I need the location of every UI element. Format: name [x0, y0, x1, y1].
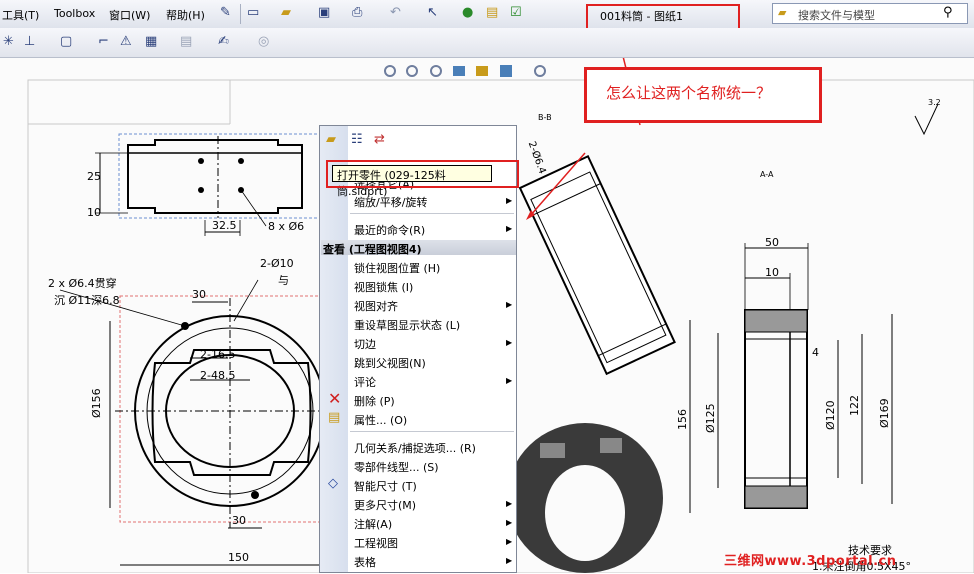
dim-122: 122 [848, 395, 861, 416]
menu-tangent-edge[interactable]: 切边 [354, 336, 376, 352]
save-icon[interactable]: ▣ [318, 5, 330, 21]
open-part-icon[interactable]: ▰ [326, 132, 336, 148]
search-icon[interactable]: ⚲ [943, 5, 953, 20]
dim-150: 150 [228, 551, 249, 564]
submenu-arrow-icon: ▶ [506, 338, 513, 347]
warning-icon[interactable]: ⚠ [120, 34, 132, 50]
dim-2-48-5: 2-48.5 [200, 369, 236, 382]
menu-delete[interactable]: 删除 (P) [354, 393, 395, 409]
dim-d125: Ø125 [704, 403, 717, 433]
delete-x-icon: ✕ [328, 389, 342, 408]
submenu-arrow-icon: ▶ [506, 376, 513, 385]
section-bb-view [518, 154, 676, 376]
menu-tables[interactable]: 表格 [354, 554, 376, 570]
dim-d156: Ø156 [90, 388, 103, 418]
print-icon[interactable]: ⎙ [352, 5, 362, 21]
menu-drawing-views[interactable]: 工程视图 [354, 535, 398, 551]
dim-30-bottom: 30 [232, 514, 246, 527]
submenu-arrow-icon: ▶ [506, 196, 513, 205]
menu-recent-commands[interactable]: 最近的命令(R) [354, 222, 425, 238]
menu-tools[interactable]: 工具(T) [2, 7, 39, 23]
menu-view-align[interactable]: 视图对齐 [354, 298, 398, 314]
submenu-arrow-icon: ▶ [506, 224, 513, 233]
menu-reset-sketch-display[interactable]: 重设草图显示状态 (L) [354, 317, 460, 333]
menu-toolbox[interactable]: Toolbox [54, 7, 95, 20]
search-placeholder: 搜索文件与模型 [798, 9, 875, 22]
toolbar-separator [240, 4, 241, 24]
menu-comment[interactable]: 评论 [354, 374, 376, 390]
isometric-3d-view [507, 423, 663, 573]
submenu-arrow-icon: ▶ [506, 300, 513, 309]
submenu-arrow-icon: ▶ [506, 499, 513, 508]
drawing-toolbar: ✳ ⊥ ▢ ⌐ ⚠ ▦ ▤ ✍ ◎ [0, 28, 974, 58]
section-aa-label: A-A [760, 170, 774, 179]
pin-icon[interactable]: ✎ [220, 5, 231, 21]
dim-d169: Ø169 [878, 398, 891, 428]
view-icon[interactable]: ▢ [60, 34, 72, 50]
menu-component-line-font[interactable]: 零部件线型... (S) [354, 459, 439, 475]
folder-icon: ▰ [778, 6, 787, 19]
dim-32-5: 32.5 [212, 219, 237, 232]
submenu-arrow-icon: ▶ [506, 556, 513, 565]
menu-section-header: 查看 (工程图视图4) [321, 240, 516, 256]
menu-window[interactable]: 窗口(W) [109, 7, 150, 23]
dim-d120: Ø120 [824, 400, 837, 430]
asterisk-icon[interactable]: ✳ [3, 34, 14, 50]
title-highlight-box [586, 4, 740, 31]
dim-2xd10: 2-Ø10 [260, 257, 294, 270]
layers-icon[interactable]: ▤ [180, 34, 192, 50]
dim-2-16-5: 2-16.5 [200, 348, 236, 361]
dim-10: 10 [87, 206, 101, 219]
smart-dimension-icon: ◇ [328, 476, 338, 491]
rebuild-traffic-light-icon[interactable]: ● [462, 5, 473, 21]
view-toolbar [384, 65, 546, 77]
search-input[interactable]: ▰ 搜索文件与模型 ⚲ [772, 3, 968, 24]
annotation-question: 怎么让这两个名称统一？ [606, 84, 772, 102]
open-folder-icon[interactable]: ▰ [281, 5, 291, 21]
swap-icon[interactable]: ⇄ [374, 132, 385, 148]
submenu-arrow-icon: ▶ [506, 518, 513, 527]
submenu-arrow-icon: ▶ [506, 537, 513, 546]
line-style-icon[interactable]: ⌐ [98, 34, 109, 50]
options-icon[interactable]: ▤ [486, 5, 498, 21]
dim-hole-through: 2 x Ø6.4贯穿 [48, 277, 117, 290]
watermark: 三维网www.3dportal.cn [724, 554, 897, 569]
dim-counterbore: 沉 Ø11深6.8 [54, 294, 120, 307]
menu-separator [350, 213, 514, 214]
tooltip-highlight-box [326, 160, 519, 188]
sketch-icon[interactable]: ✍ [218, 34, 229, 50]
menu-help[interactable]: 帮助(H) [166, 7, 205, 23]
checklist-icon[interactable]: ☑ [510, 5, 522, 21]
menu-lock-view-position[interactable]: 锁住视图位置 (H) [354, 260, 440, 276]
dim-156-right: 156 [676, 409, 689, 430]
undo-icon[interactable]: ↶ [390, 5, 401, 21]
dim-4: 4 [812, 346, 819, 359]
menu-annotations[interactable]: 注解(A) [354, 516, 392, 532]
dim-10-right: 10 [765, 266, 779, 279]
dim-8xd6: 8 x Ø6 [268, 220, 305, 233]
dim-25: 25 [87, 170, 101, 183]
menu-view-lock-focus[interactable]: 视图锁焦 (I) [354, 279, 413, 295]
roughness-value: 3.2 [928, 98, 941, 107]
grid-icon[interactable]: ▦ [145, 34, 157, 50]
select-pointer-icon[interactable]: ↖ [427, 5, 438, 21]
menu-section-title: 查看 (工程图视图4) [323, 243, 422, 256]
menu-bar: 工具(T) Toolbox 窗口(W) 帮助(H) ✎ ▭ ▰ ▣ ⎙ ↶ ↖ … [0, 0, 974, 29]
menu-relations-snap-options[interactable]: 几何关系/捕捉选项... (R) [354, 440, 476, 456]
section-aa-view [689, 243, 893, 513]
new-document-icon[interactable]: ▭ [247, 5, 259, 21]
properties-icon: ▤ [328, 410, 341, 425]
dim-50: 50 [765, 236, 779, 249]
dim-30-top: 30 [192, 288, 206, 301]
menu-separator [350, 431, 514, 432]
section-bb-label: B-B [538, 113, 552, 122]
menu-more-dimensions[interactable]: 更多尺寸(M) [354, 497, 416, 513]
circle-option-icon[interactable]: ◎ [258, 34, 269, 50]
assembly-icon[interactable]: ☷ [351, 132, 363, 148]
menu-jump-parent-view[interactable]: 跳到父视图(N) [354, 355, 426, 371]
menu-smart-dimension[interactable]: 智能尺寸 (T) [354, 478, 417, 494]
menu-properties[interactable]: 属性... (O) [354, 412, 407, 428]
dimension-icon[interactable]: ⊥ [24, 34, 35, 50]
dim-with: 与 [278, 274, 289, 287]
